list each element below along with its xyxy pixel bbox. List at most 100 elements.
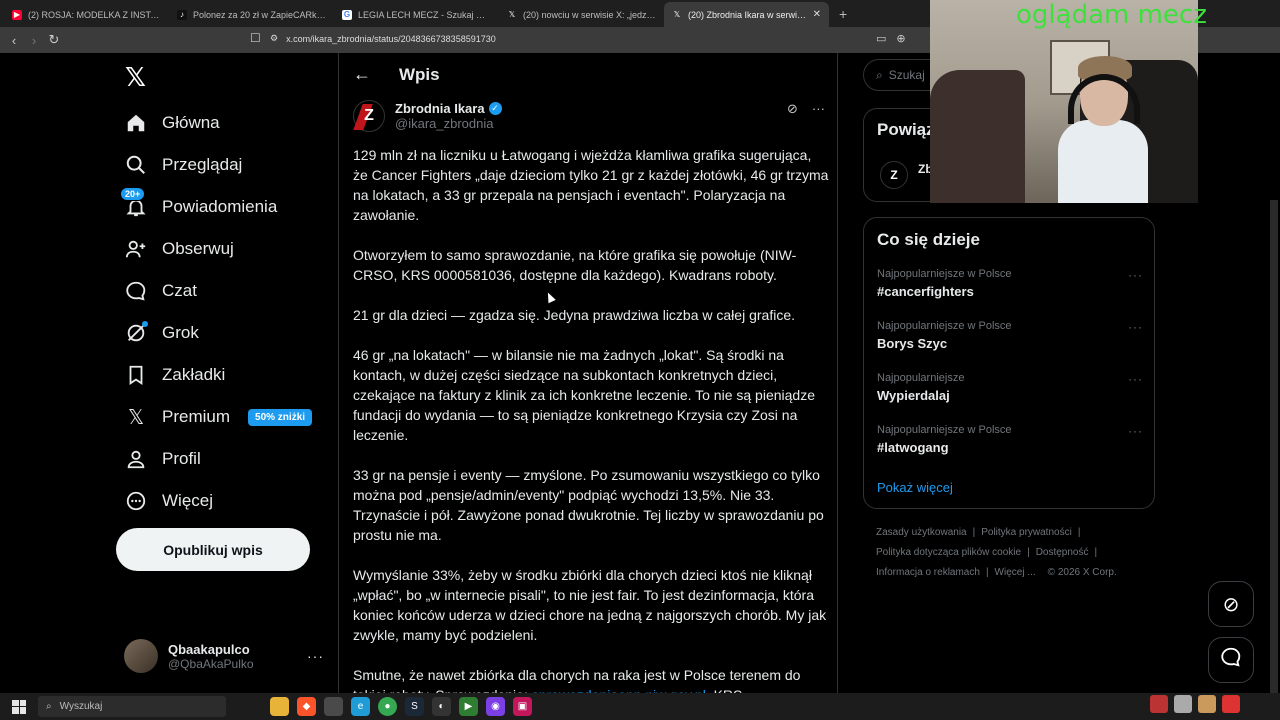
nav-item-bookmarks[interactable]: Zakładki — [124, 357, 225, 393]
nav-label: Czat — [162, 281, 197, 300]
notification-badge: 20+ — [120, 187, 146, 201]
nav-item-follow[interactable]: Obserwuj — [124, 231, 234, 267]
bookmark-icon — [124, 363, 148, 387]
search-icon: ⌕ — [876, 67, 883, 82]
brave-icon[interactable]: ◆ — [297, 697, 316, 716]
taskbar-search-placeholder: Wyszukaj — [59, 701, 103, 712]
nav-label: Grok — [162, 323, 199, 342]
nav-item-chat[interactable]: Czat — [124, 273, 197, 309]
x-logo-icon[interactable]: 𝕏 — [125, 63, 146, 93]
grok-icon[interactable]: ⊘ — [787, 101, 798, 117]
tray-icon[interactable] — [1222, 695, 1240, 713]
nav-item-notifications[interactable]: 20+ Powiadomienia — [120, 187, 277, 225]
nav-item-explore[interactable]: Przeglądaj — [124, 147, 242, 183]
more-options-icon[interactable]: ··· — [1128, 320, 1143, 334]
steam-icon[interactable]: S — [405, 697, 424, 716]
stream-caption: oglądam mecz — [1016, 0, 1207, 30]
nav-item-profile[interactable]: Profil — [124, 441, 201, 477]
footer-link-cookies[interactable]: Polityka dotycząca plików cookie — [876, 547, 1021, 558]
trend-context: Najpopularniejsze — [877, 372, 965, 384]
browser-tab[interactable]: ▶ (2) ROSJA: MODELKA Z INSTAGRAMA — [4, 2, 169, 27]
post-paragraph: Otworzyłem to samo sprawozdanie, na któr… — [353, 247, 797, 283]
nav-label: Profil — [162, 449, 201, 468]
trends-box: Co się dzieje Najpopularniejsze w Polsce… — [863, 217, 1155, 509]
forward-icon[interactable]: › — [24, 33, 44, 48]
address-bar[interactable]: ⚙ x.com/ikara_zbrodnia/status/2048366738… — [270, 33, 496, 44]
nav-label: Zakładki — [162, 365, 226, 384]
trend-name: Wypierdalaj — [877, 388, 950, 403]
post-paragraph: 129 mln zł na liczniku u Łatwogang i wje… — [353, 147, 829, 223]
footer-link-privacy[interactable]: Polityka prywatności — [981, 527, 1072, 538]
related-avatar[interactable]: Z — [880, 161, 908, 189]
cast-icon[interactable]: ▭ — [876, 32, 886, 45]
search-placeholder: Szukaj — [888, 68, 925, 82]
webcam-overlay — [930, 0, 1198, 203]
trend-item[interactable]: Najpopularniejsze w Polsce #latwogang ··… — [877, 424, 1143, 455]
new-tab-icon[interactable]: + — [829, 6, 857, 22]
main-column: ← Wpis Z Zbrodnia Ikara ✓ @ikara_zbrodnia… — [338, 53, 838, 703]
play-icon[interactable]: ▶ — [459, 697, 478, 716]
app-icon[interactable]: ▣ — [513, 697, 532, 716]
file-explorer-icon[interactable] — [270, 697, 289, 716]
reload-icon[interactable]: ↻ — [44, 32, 64, 48]
post-paragraph: Wymyślanie 33%, żeby w środku zbiórki dl… — [353, 567, 827, 643]
post-button[interactable]: Opublikuj wpis — [116, 528, 310, 571]
page-scrollbar[interactable] — [1270, 200, 1278, 693]
post-author[interactable]: Z Zbrodnia Ikara ✓ @ikara_zbrodnia — [353, 100, 502, 132]
grok-icon: ⊘ — [1222, 593, 1240, 616]
more-icon — [124, 489, 148, 513]
show-more-link[interactable]: Pokaż więcej — [877, 480, 953, 495]
close-tab-icon[interactable]: ✕ — [813, 9, 821, 20]
webcam-chair — [930, 70, 1025, 203]
back-arrow-icon[interactable]: ← — [353, 64, 371, 85]
page-title: Wpis — [399, 65, 440, 84]
browser-tab-active[interactable]: 𝕏 (20) Zbrodnia Ikara w serwisie X: ✕ — [664, 2, 829, 27]
more-options-icon[interactable]: ··· — [1128, 372, 1143, 386]
author-avatar[interactable]: Z — [353, 100, 385, 132]
trend-item[interactable]: Najpopularniejsze w Polsce #cancerfighte… — [877, 268, 1143, 299]
site-info-icon[interactable]: ⚙ — [270, 33, 278, 44]
chrome-icon[interactable]: ● — [378, 697, 397, 716]
browser-tab[interactable]: 𝕏 (20) nowciu w serwisie X: „jedziemy z — [499, 2, 664, 27]
browser-tab[interactable]: G LEGIA LECH MECZ - Szukaj w Google — [334, 2, 499, 27]
more-options-icon[interactable]: ··· — [307, 648, 324, 664]
footer-link-accessibility[interactable]: Dostępność — [1036, 547, 1089, 558]
nav-item-grok[interactable]: Grok — [124, 315, 199, 351]
author-name[interactable]: Zbrodnia Ikara ✓ — [395, 101, 502, 116]
system-tray — [1150, 695, 1240, 713]
tray-icon[interactable] — [1174, 695, 1192, 713]
nav-item-more[interactable]: Więcej — [124, 483, 213, 519]
post-actions: ⊘ ··· — [787, 101, 825, 117]
more-options-icon[interactable]: ··· — [1128, 424, 1143, 438]
windows-start-icon[interactable] — [12, 699, 26, 714]
trend-item[interactable]: Najpopularniejsze w Polsce Borys Szyc ··… — [877, 320, 1143, 351]
account-switcher[interactable]: Qbaakapulco @QbaAkaPulko ··· — [124, 638, 324, 674]
tray-icon[interactable] — [1198, 695, 1216, 713]
trend-item[interactable]: Najpopularniejsze Wypierdalaj ··· — [877, 372, 1143, 403]
app-icon[interactable]: ◐ — [432, 697, 451, 716]
taskbar-search[interactable]: ⌕ Wyszukaj — [38, 696, 226, 717]
tray-icon[interactable] — [1150, 695, 1168, 713]
app-icon[interactable] — [324, 697, 343, 716]
back-icon[interactable]: ‹ — [4, 33, 24, 48]
more-options-icon[interactable]: ··· — [1128, 268, 1143, 282]
x-logo-icon: 𝕏 — [127, 405, 145, 429]
footer-link-ads[interactable]: Informacja o reklamach — [876, 567, 980, 578]
messages-float-button[interactable] — [1208, 637, 1254, 683]
bookmark-page-icon[interactable]: ☐ — [250, 31, 261, 45]
post-paragraph: 21 gr dla dzieci — zgadza się. Jedyna pr… — [353, 307, 795, 323]
nav-item-premium[interactable]: 𝕏 Premium 50% zniżki — [124, 399, 313, 435]
url-text: x.com/ikara_zbrodnia/status/204836673835… — [286, 33, 496, 44]
more-options-icon[interactable]: ··· — [812, 101, 825, 117]
footer-link-terms[interactable]: Zasady użytkowania — [876, 527, 967, 538]
copyright: © 2026 X Corp. — [1047, 567, 1117, 578]
trend-context: Najpopularniejsze w Polsce — [877, 268, 1012, 280]
edge-icon[interactable]: e — [351, 697, 370, 716]
browser-tab[interactable]: ♪ Polonez za 20 zł w ZapieCARkach | Te — [169, 2, 334, 27]
nav-item-home[interactable]: Główna — [124, 105, 220, 141]
zoom-icon[interactable]: ⊕ — [896, 32, 905, 45]
grok-float-button[interactable]: ⊘ — [1208, 581, 1254, 627]
trend-context: Najpopularniejsze w Polsce — [877, 424, 1012, 436]
app-icon[interactable]: ◉ — [486, 697, 505, 716]
footer-link-more[interactable]: Więcej ... — [995, 567, 1036, 578]
